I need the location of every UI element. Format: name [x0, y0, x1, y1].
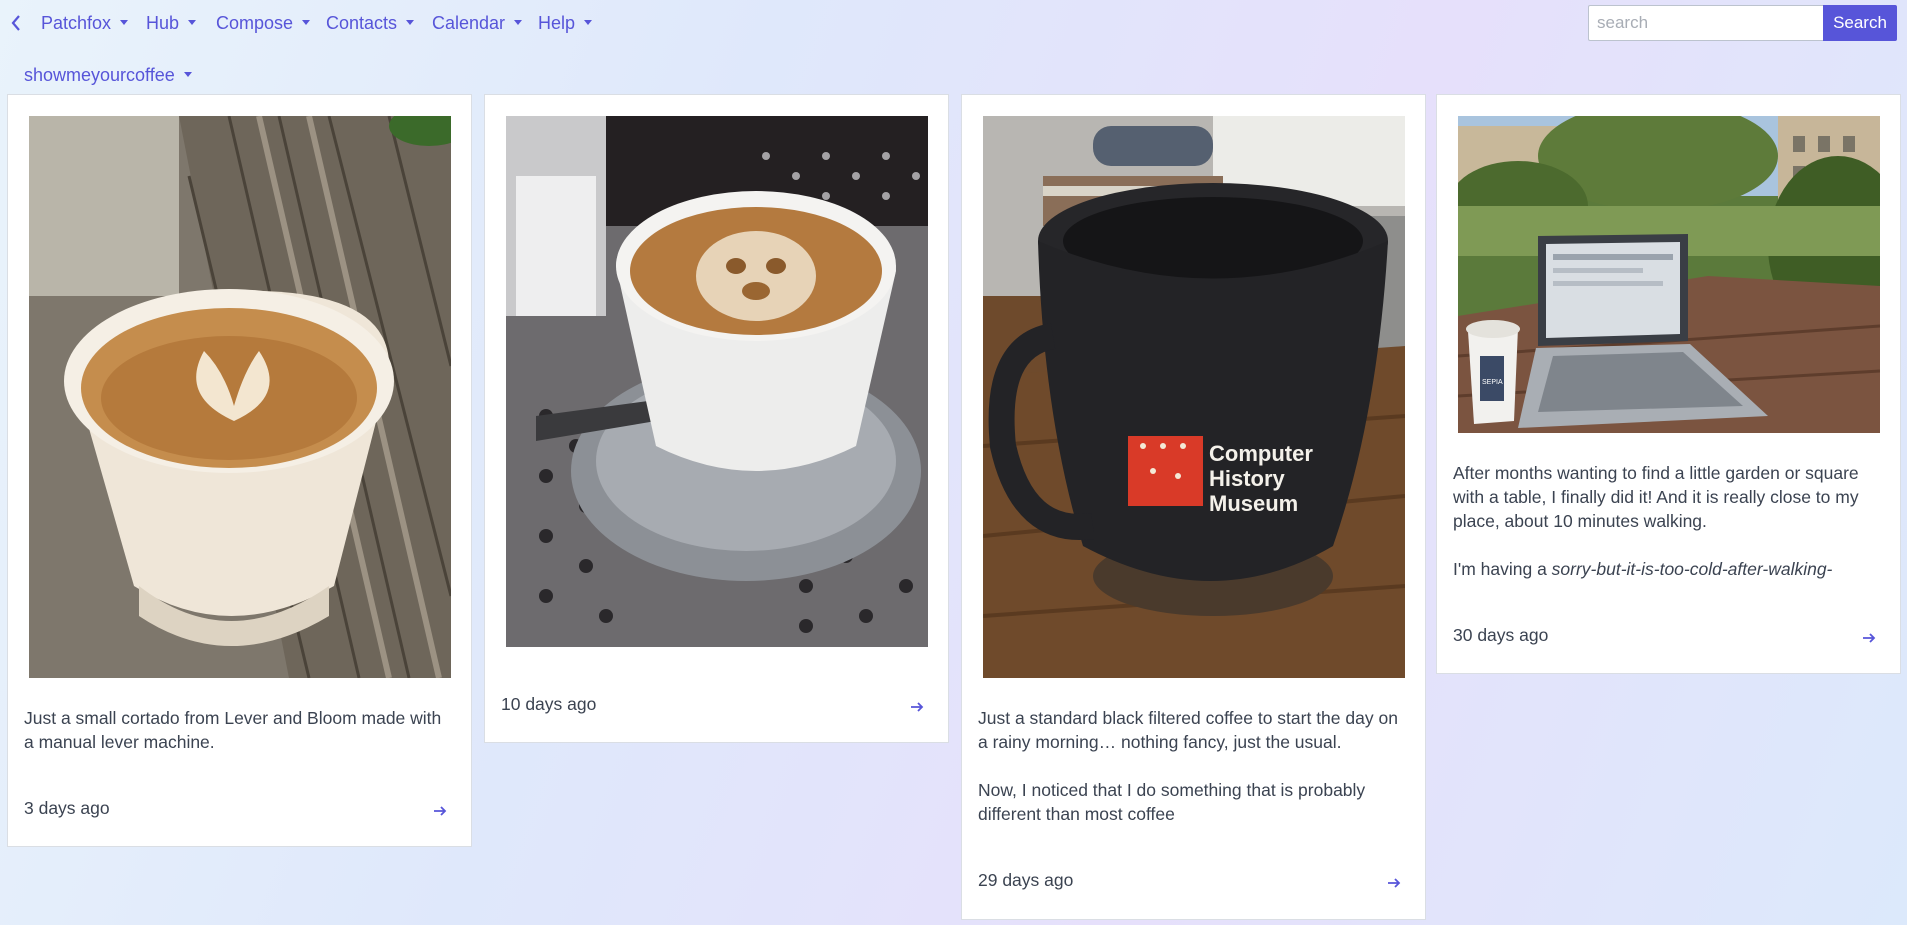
- caret-down-icon: [584, 19, 593, 25]
- post-description: Just a small cortado from Lever and Bloo…: [24, 706, 454, 778]
- post-paragraph: Just a standard black filtered coffee to…: [978, 708, 1398, 752]
- nav-menu-calendar[interactable]: Calendar: [432, 13, 523, 34]
- post-italic-text: sorry-but-it-is-too-cold-after-walking-: [1551, 559, 1833, 579]
- arrow-right-icon[interactable]: [431, 803, 449, 819]
- cup-text: SEPIA: [1482, 379, 1503, 386]
- post-paragraph: Just a small cortado from Lever and Bloo…: [24, 708, 442, 752]
- nav-menu-label: Compose: [216, 13, 294, 33]
- nav-menu-contacts[interactable]: Contacts: [326, 13, 415, 34]
- search-button[interactable]: Search: [1823, 5, 1897, 41]
- arrow-right-icon[interactable]: [1385, 875, 1403, 891]
- post-photo[interactable]: [506, 116, 928, 647]
- post-photo[interactable]: SEPIA: [1458, 116, 1880, 433]
- nav-menu-label: Calendar: [432, 13, 506, 33]
- caret-down-icon: [183, 71, 192, 77]
- nav-menu-label: Help: [538, 13, 576, 33]
- caret-down-icon: [406, 19, 415, 25]
- nav-menu-compose[interactable]: Compose: [216, 13, 311, 34]
- caret-down-icon: [514, 19, 523, 25]
- mug-text: Computer: [1209, 441, 1313, 466]
- arrow-right-icon[interactable]: [908, 699, 926, 715]
- post-timestamp[interactable]: 29 days ago: [978, 870, 1073, 891]
- caret-down-icon: [302, 19, 311, 25]
- nav-menu-label: Contacts: [326, 13, 398, 33]
- mug-text: History: [1209, 466, 1286, 491]
- post-photo[interactable]: [29, 116, 451, 678]
- chevron-left-icon[interactable]: [9, 13, 23, 33]
- arrow-right-icon[interactable]: [1860, 630, 1878, 646]
- caret-down-icon: [188, 19, 197, 25]
- post-card: 10 days ago: [484, 94, 949, 743]
- post-card: Computer History Museum Just a standard …: [961, 94, 1426, 920]
- post-timestamp[interactable]: 3 days ago: [24, 798, 110, 819]
- nav-menu-label: Patchfox: [41, 13, 112, 33]
- post-paragraph: After months wanting to find a little ga…: [1453, 463, 1859, 531]
- post-paragraph: Now, I noticed that I do something that …: [978, 780, 1366, 824]
- post-card: SEPIA After months wanting to find a lit…: [1436, 94, 1901, 674]
- post-timestamp[interactable]: 10 days ago: [501, 694, 596, 715]
- top-navigation: Patchfox Hub Compose Contacts Calendar H…: [0, 0, 1907, 46]
- nav-menu-patchfox[interactable]: Patchfox: [41, 13, 129, 34]
- caret-down-icon: [120, 19, 129, 25]
- nav-menu-hub[interactable]: Hub: [146, 13, 197, 34]
- post-text: I'm having a: [1453, 559, 1552, 579]
- post-description: Just a standard black filtered coffee to…: [978, 706, 1408, 850]
- channel-selector[interactable]: showmeyourcoffee: [24, 65, 192, 86]
- post-photo[interactable]: Computer History Museum: [983, 116, 1405, 678]
- nav-menu-help[interactable]: Help: [538, 13, 593, 34]
- channel-label: showmeyourcoffee: [24, 65, 175, 85]
- mug-text: Museum: [1209, 491, 1298, 516]
- search-input[interactable]: [1588, 5, 1823, 41]
- post-card: Just a small cortado from Lever and Bloo…: [7, 94, 472, 847]
- post-paragraph: I'm having a sorry-but-it-is-too-cold-af…: [1453, 557, 1883, 581]
- post-timestamp[interactable]: 30 days ago: [1453, 625, 1548, 646]
- nav-menu-label: Hub: [146, 13, 180, 33]
- post-description: After months wanting to find a little ga…: [1453, 461, 1883, 605]
